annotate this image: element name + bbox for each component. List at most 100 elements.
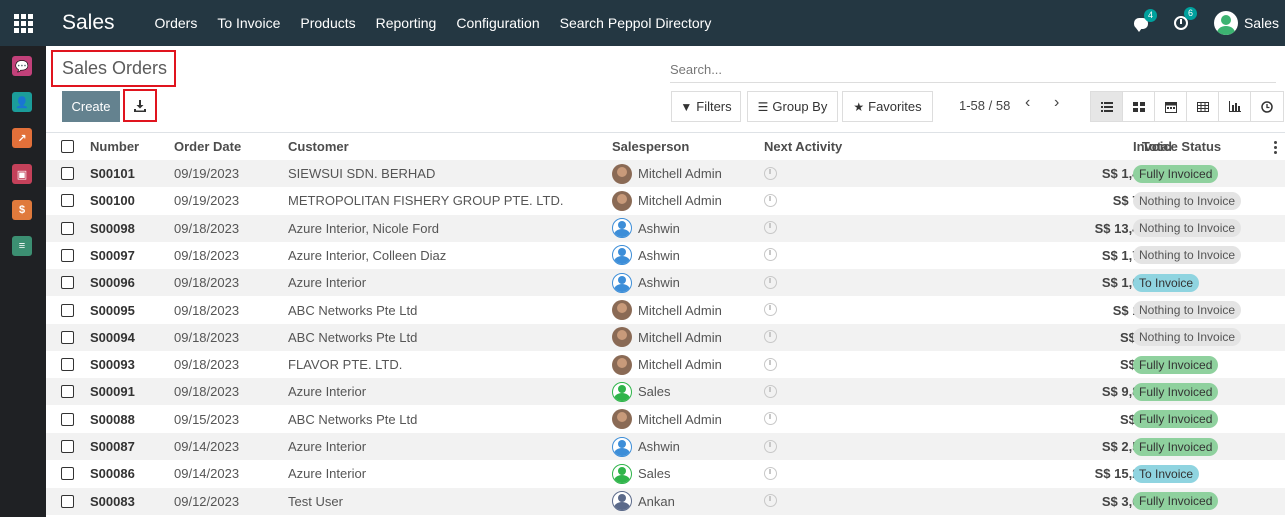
row-checkbox[interactable] [61, 194, 74, 208]
list-icon: ☰ [757, 99, 769, 114]
row-checkbox[interactable] [61, 467, 74, 481]
invoice-status-cell: Fully Invoiced [1133, 164, 1219, 183]
salesperson-cell: Ankan [612, 491, 675, 512]
table-row[interactable]: S00097 09/18/2023 Azure Interior, Colleen … [46, 242, 1285, 269]
next-activity-cell [764, 411, 777, 427]
inventory-app-icon[interactable]: ▣ [12, 164, 32, 184]
search-input[interactable] [670, 57, 1276, 81]
discuss-app-icon[interactable]: 💬 [12, 56, 32, 76]
menu-reporting[interactable]: Reporting [366, 15, 447, 31]
activities-button[interactable]: 6 [1173, 7, 1197, 30]
activity-clock-icon[interactable] [764, 494, 777, 508]
app-title[interactable]: Sales [62, 11, 115, 35]
activity-clock-icon[interactable] [764, 412, 777, 426]
table-row[interactable]: S0008709/14/2023Azure InteriorAshwinS$ 2… [46, 433, 1285, 460]
activity-clock-icon[interactable] [764, 166, 777, 180]
pager-previous-icon[interactable]: ‹ [1025, 94, 1030, 112]
invoice-status-badge: Fully Invoiced [1133, 164, 1219, 183]
column-header-number[interactable]: Number [90, 139, 139, 154]
row-checkbox[interactable] [61, 494, 74, 508]
column-header-customer[interactable]: Customer [288, 139, 349, 154]
sales-app-icon[interactable]: $ [12, 200, 32, 220]
order-date: 09/14/2023 [174, 439, 240, 454]
table-row[interactable]: S0008609/14/2023Azure InteriorSalesS$ 15… [46, 460, 1285, 487]
pivot-view-icon[interactable] [1187, 92, 1219, 121]
salesperson-avatar [612, 163, 632, 184]
contacts-app-icon[interactable]: 👤 [12, 92, 32, 112]
activity-clock-icon[interactable] [764, 275, 777, 289]
salesperson-avatar [612, 272, 632, 293]
menu-to-invoice[interactable]: To Invoice [207, 15, 290, 31]
messages-button[interactable]: 4 [1133, 8, 1157, 32]
graph-view-icon[interactable] [1219, 92, 1251, 121]
row-checkbox[interactable] [61, 330, 74, 344]
row-checkbox[interactable] [61, 412, 74, 426]
invoice-status-badge: Nothing to Invoice [1133, 219, 1242, 238]
row-checkbox[interactable] [61, 303, 74, 317]
invoicing-app-icon[interactable]: ≡ [12, 236, 32, 256]
menu-orders[interactable]: Orders [145, 15, 208, 31]
menu-products[interactable]: Products [290, 15, 365, 31]
activity-clock-icon[interactable] [764, 303, 777, 316]
activity-clock-icon[interactable] [764, 384, 777, 398]
row-checkbox[interactable] [61, 248, 74, 262]
group-by-button[interactable]: ☰ Group By [747, 91, 838, 122]
salesperson-avatar [612, 354, 632, 375]
invoice-status-cell: To Invoice [1133, 464, 1200, 483]
activity-clock-icon[interactable] [764, 193, 777, 207]
search-bar [670, 57, 1276, 83]
apps-menu-icon[interactable] [0, 0, 46, 46]
optional-columns-icon[interactable] [1274, 141, 1277, 156]
table-row[interactable]: S00094 09/18/2023 ABC Networks Pte Ltd Mitc… [46, 323, 1285, 351]
salesperson-avatar [612, 300, 632, 320]
row-checkbox[interactable] [61, 167, 74, 180]
table-row[interactable]: S0009609/18/2023Azure InteriorAshwinS$ 1… [46, 269, 1285, 297]
row-checkbox[interactable] [61, 276, 74, 290]
column-header-next-activity[interactable]: Next Activity [764, 139, 842, 154]
favorites-button[interactable]: ★ Favorites [842, 91, 933, 122]
row-checkbox[interactable] [61, 221, 74, 235]
activity-clock-icon[interactable] [764, 439, 777, 453]
column-header-invoice-status[interactable]: Invoice Status [1133, 139, 1221, 154]
export-button[interactable] [123, 89, 157, 122]
view-switcher [1090, 91, 1284, 122]
user-menu[interactable]: Sales [1213, 11, 1279, 35]
pager-value[interactable]: 1-58 / 58 [959, 98, 1010, 113]
column-header-salesperson[interactable]: Salesperson [612, 139, 689, 154]
table-row[interactable]: S00100 09/19/2023 METROPOLITAN FISHERY GRO… [46, 187, 1285, 214]
pager-next-icon[interactable]: › [1054, 94, 1059, 112]
kanban-view-icon[interactable] [1123, 92, 1155, 121]
customer-name: Azure Interior [288, 466, 367, 482]
select-all-checkbox[interactable] [61, 140, 74, 153]
next-activity-cell [764, 193, 777, 209]
table-row[interactable]: S00101 09/19/2023 SIEWSUI SDN. BERHAD Mitch… [46, 160, 1285, 187]
crm-app-icon[interactable]: ↗ [12, 128, 32, 148]
filters-button[interactable]: ▼ Filters [671, 91, 741, 122]
menu-search-peppol[interactable]: Search Peppol Directory [550, 15, 722, 31]
table-row[interactable]: S0009109/18/2023Azure InteriorSalesS$ 9,… [46, 378, 1285, 406]
salesperson-name: Mitchell Admin [638, 193, 722, 209]
table-row[interactable]: S00095 09/18/2023 ABC Networks Pte Ltd Mitc… [46, 297, 1285, 324]
table-row[interactable]: S00098 09/18/2023 Azure Interior, Nicole F… [46, 214, 1285, 242]
row-checkbox[interactable] [61, 440, 74, 453]
table-row[interactable]: S00088 09/15/2023 ABC Networks Pte Ltd Mitc… [46, 406, 1285, 433]
list-view-icon[interactable] [1091, 92, 1123, 121]
row-checkbox[interactable] [61, 385, 74, 399]
calendar-view-icon[interactable] [1155, 92, 1187, 121]
activity-clock-icon[interactable] [764, 221, 777, 235]
row-checkbox[interactable] [61, 358, 74, 372]
table-row[interactable]: S0008309/12/2023Test UserAnkanS$ 3,038.0… [46, 487, 1285, 515]
activity-clock-icon[interactable] [764, 357, 777, 371]
salesperson-cell: Mitchell Admin [612, 300, 722, 320]
table-row[interactable]: S00093 09/18/2023 FLAVOR PTE. LTD. Mitchell… [46, 351, 1285, 378]
activity-clock-icon[interactable] [764, 330, 777, 344]
column-header-order-date[interactable]: Order Date [174, 139, 241, 154]
activity-view-icon[interactable] [1251, 92, 1283, 121]
activity-clock-icon[interactable] [764, 466, 777, 480]
menu-configuration[interactable]: Configuration [446, 15, 549, 31]
next-activity-cell [764, 275, 777, 291]
filter-icon: ▼ [680, 99, 693, 114]
create-button[interactable]: Create [62, 91, 120, 122]
activity-clock-icon[interactable] [764, 248, 777, 262]
order-date: 09/18/2023 [174, 247, 240, 263]
